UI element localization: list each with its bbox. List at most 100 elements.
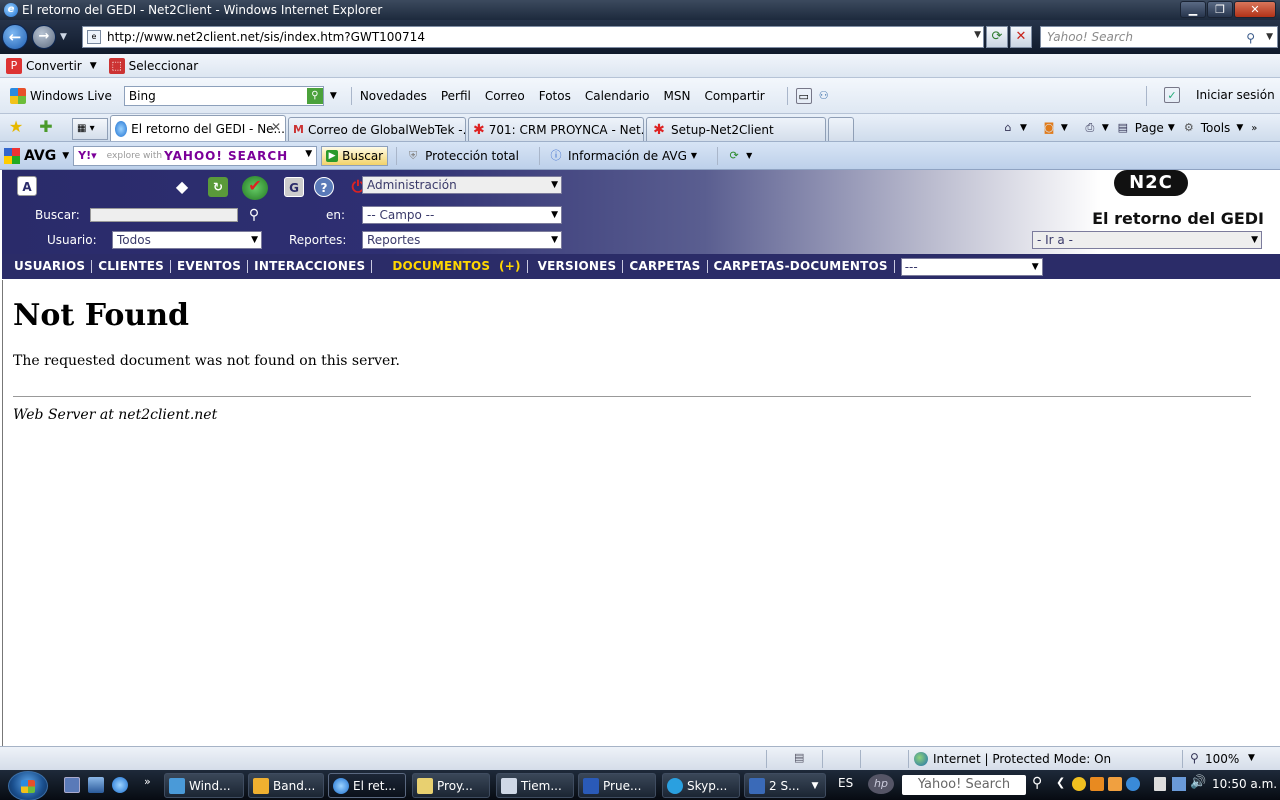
tag-icon[interactable]: ◆ [172, 177, 192, 197]
search-icon[interactable]: ⚲ [244, 205, 264, 225]
proteccion-button[interactable]: ⛨ Protección total [405, 148, 519, 164]
signin-button[interactable]: ✓ Iniciar sesión [1164, 87, 1275, 103]
admin-select[interactable]: Administración ▼ [362, 176, 562, 194]
task-windows-live[interactable]: Wind... [164, 773, 244, 798]
refresh-button[interactable]: ⟳ [986, 26, 1008, 48]
task-group[interactable]: 2 S... ▼ [744, 773, 826, 798]
switch-windows-icon[interactable] [88, 777, 104, 793]
page-menu[interactable]: Page [1135, 121, 1164, 135]
menu-clientes[interactable]: CLIENTES [92, 260, 171, 273]
buscar-input[interactable] [90, 208, 238, 222]
translate-icon[interactable]: ⚇ [816, 88, 832, 104]
close-button[interactable]: ✕ [1234, 1, 1276, 18]
tab-setup[interactable]: ✱ Setup-Net2Client [646, 117, 826, 141]
recent-pages-dropdown-icon[interactable]: ▼ [60, 32, 67, 42]
home-icon[interactable]: ⌂ [1000, 120, 1016, 136]
yahoo-taskbar-search[interactable]: Yahoo! Search [902, 775, 1026, 795]
link-novedades[interactable]: Novedades [360, 89, 427, 103]
link-correo[interactable]: Correo [485, 89, 525, 103]
start-button[interactable] [8, 771, 48, 800]
select-button[interactable]: ⬚ Seleccionar [108, 57, 198, 74]
quick-tabs-button[interactable]: ▦ ▾ [72, 118, 108, 140]
network-icon[interactable] [1172, 777, 1186, 791]
volume-icon[interactable]: 🔊 [1190, 775, 1206, 790]
tray-icon-2[interactable] [1090, 777, 1104, 791]
tools-dropdown-icon[interactable]: ▼ [1236, 123, 1243, 133]
convert-button[interactable]: P Convertir ▼ [6, 57, 97, 74]
approve-icon[interactable]: ✔ [242, 176, 268, 200]
reportes-select[interactable]: Reportes ▼ [362, 231, 562, 249]
zoom-dropdown-icon[interactable]: ▼ [1248, 753, 1255, 763]
buscar-button[interactable]: ▶ Buscar [321, 145, 389, 166]
search-input[interactable]: Yahoo! Search ⚲ ▼ [1040, 26, 1278, 48]
print-dropdown-icon[interactable]: ▼ [1102, 123, 1109, 133]
menu-usuarios[interactable]: USUARIOS [8, 260, 93, 273]
search-icon[interactable]: ⚲ [1032, 775, 1042, 791]
favorites-star-icon[interactable]: ★ [8, 119, 24, 135]
link-msn[interactable]: MSN [663, 89, 690, 103]
tab-crm-proynca[interactable]: ✱ 701: CRM PROYNCA - Net... [468, 117, 644, 141]
google-icon[interactable]: G [284, 177, 304, 197]
avg-tool-icon[interactable]: ⟳ [726, 148, 742, 164]
font-size-icon[interactable]: A [17, 176, 37, 196]
menu-select[interactable]: --- ▼ [900, 257, 1043, 276]
tab-correo[interactable]: M Correo de GlobalWebTek -... [288, 117, 466, 141]
bing-search-input[interactable]: Bing ⚲ [123, 85, 324, 106]
task-proyectos[interactable]: Proy... [412, 773, 490, 798]
new-tab-button[interactable] [828, 117, 854, 141]
feeds-dropdown-icon[interactable]: ▼ [1061, 123, 1068, 133]
info-avg-button[interactable]: ⓘ Información de AVG ▼ [548, 148, 697, 164]
tray-icon-1[interactable] [1072, 777, 1086, 791]
tools-menu[interactable]: Tools [1201, 121, 1231, 135]
menu-carpetas[interactable]: CARPETAS [623, 260, 708, 273]
ir-a-select[interactable]: - Ir a - ▼ [1032, 231, 1262, 249]
search-dropdown-icon[interactable]: ▼ [1266, 27, 1273, 47]
minimize-button[interactable]: ▁ [1180, 1, 1206, 18]
menu-carpetas-documentos[interactable]: CARPETAS-DOCUMENTOS [708, 260, 895, 273]
task-skype[interactable]: Skyp... [662, 773, 740, 798]
home-dropdown-icon[interactable]: ▼ [1020, 123, 1027, 133]
quicklaunch-more-icon[interactable]: » [144, 775, 151, 788]
messenger-icon[interactable]: ▭ [795, 87, 812, 104]
menu-versiones[interactable]: VERSIONES [528, 260, 624, 273]
ie-quicklaunch-icon[interactable] [112, 777, 128, 793]
task-tiempo[interactable]: Tiem... [496, 773, 574, 798]
convert-dropdown-icon[interactable]: ▼ [90, 61, 97, 71]
messenger-tray-icon[interactable] [1126, 777, 1140, 791]
address-dropdown-icon[interactable]: ▼ [974, 30, 981, 40]
address-bar[interactable]: e http://www.net2client.net/sis/index.ht… [82, 26, 984, 48]
yahoo-search-input[interactable]: Y!▾ explore with YAHOO! SEARCH ▼ [73, 145, 318, 166]
show-desktop-icon[interactable] [64, 777, 80, 793]
campo-select[interactable]: -- Campo -- ▼ [362, 206, 562, 224]
bing-dropdown-icon[interactable]: ▼ [330, 91, 337, 101]
battery-icon[interactable] [1154, 777, 1166, 791]
back-button[interactable]: ← [2, 24, 28, 50]
zoom-level[interactable]: 100% [1205, 752, 1239, 766]
avg-menu-button[interactable]: AVG ▼ [4, 147, 69, 164]
refresh-doc-icon[interactable]: ↻ [208, 177, 228, 197]
clock[interactable]: 10:50 a.m. [1212, 777, 1277, 791]
yahoo-dropdown-icon[interactable]: ▼ [305, 149, 312, 159]
avg-tool-dropdown-icon[interactable]: ▼ [746, 151, 752, 160]
tab-el-retorno[interactable]: El retorno del GEDI - Ne... ✕ [110, 115, 286, 141]
link-fotos[interactable]: Fotos [539, 89, 571, 103]
usuario-select[interactable]: Todos ▼ [112, 231, 262, 249]
link-calendario[interactable]: Calendario [585, 89, 650, 103]
task-prueba[interactable]: Prue... [578, 773, 656, 798]
link-compartir[interactable]: Compartir [704, 89, 764, 103]
info-dropdown-icon[interactable]: ▼ [691, 151, 697, 160]
avg-dropdown-icon[interactable]: ▼ [62, 151, 69, 161]
security-zone[interactable]: Internet | Protected Mode: On [933, 752, 1111, 766]
print-icon[interactable]: ⎙ [1082, 120, 1098, 136]
forward-button[interactable]: → [32, 25, 56, 49]
task-el-retorno[interactable]: El ret... [328, 773, 406, 798]
feeds-icon[interactable]: ◙ [1041, 120, 1057, 136]
maximize-button[interactable]: ❐ [1207, 1, 1233, 18]
windows-live-button[interactable]: Windows Live [10, 87, 112, 104]
tray-expand-icon[interactable]: ❮ [1056, 776, 1065, 789]
menu-documentos[interactable]: DOCUMENTOS (+) [372, 260, 528, 273]
menu-interacciones[interactable]: INTERACCIONES [248, 260, 373, 273]
search-icon[interactable]: ⚲ [1246, 28, 1255, 48]
close-tab-icon[interactable]: ✕ [271, 120, 281, 134]
task-bandeja[interactable]: Band... [248, 773, 324, 798]
